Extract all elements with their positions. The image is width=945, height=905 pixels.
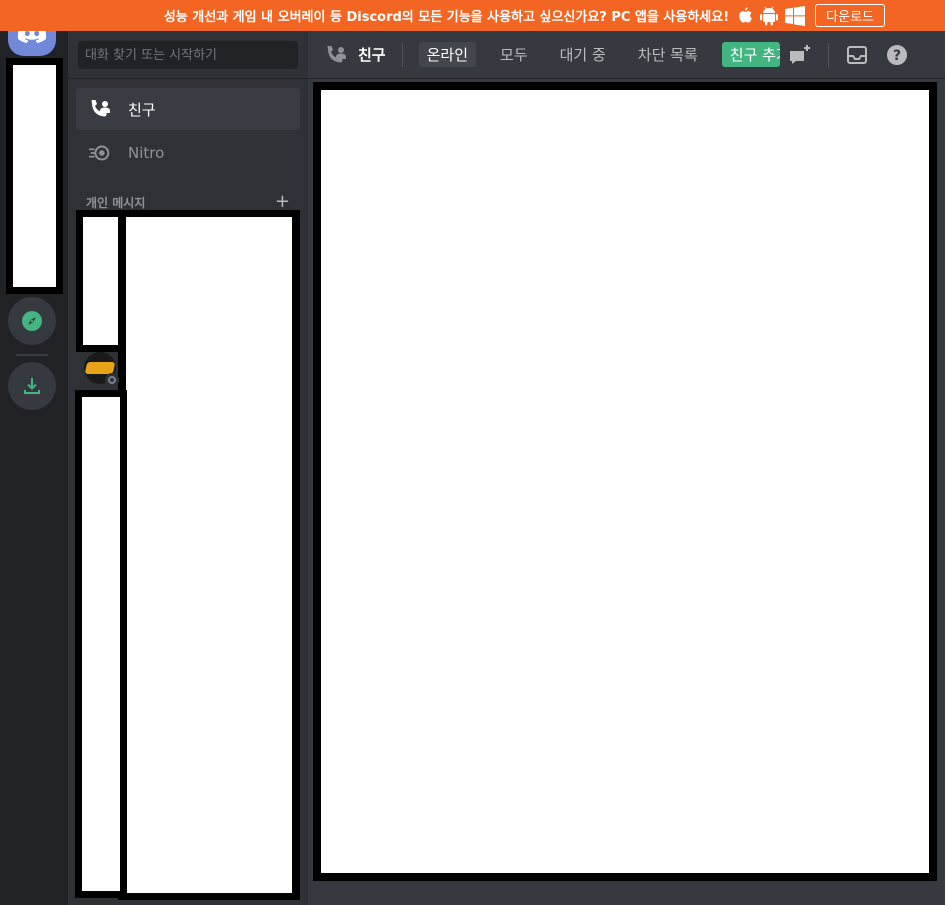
rail-separator <box>16 354 48 356</box>
nitro-icon <box>88 141 112 165</box>
sidebar-item-label: Nitro <box>128 144 165 162</box>
avatar[interactable] <box>84 352 119 387</box>
dm-header-label: 개인 메시지 <box>86 195 146 210</box>
explore-servers-button[interactable] <box>8 297 56 345</box>
download-app-banner: 성능 개선과 게임 내 오버레이 등 Discord의 모든 기능을 사용하고 … <box>0 0 945 31</box>
header-divider <box>401 42 403 67</box>
tab-pending[interactable]: 대기 중 <box>552 42 614 67</box>
windows-icon[interactable] <box>785 5 806 26</box>
tab-blocked[interactable]: 차단 목록 <box>630 42 706 67</box>
download-icon <box>24 378 40 394</box>
help-icon[interactable]: ? <box>885 43 909 67</box>
sidebar-divider <box>68 78 308 79</box>
tab-online[interactable]: 온라인 <box>418 42 477 67</box>
apple-icon[interactable] <box>737 7 753 25</box>
guild-rail <box>0 0 72 905</box>
compass-icon <box>22 311 42 331</box>
server-list-redacted <box>6 58 63 294</box>
svg-text:?: ? <box>893 48 901 64</box>
inbox-icon[interactable] <box>845 43 869 67</box>
tab-all[interactable]: 모두 <box>492 42 536 67</box>
banner-text: 성능 개선과 게임 내 오버레이 등 Discord의 모든 기능을 사용하고 … <box>163 10 730 25</box>
add-friend-button[interactable]: 친구 추가하기 <box>721 42 780 67</box>
toolbar-divider <box>827 42 829 67</box>
search-input[interactable] <box>78 41 298 69</box>
page-title-label: 친구 <box>358 46 386 64</box>
dm-avatar-redacted <box>75 390 127 898</box>
dm-list-redacted <box>118 210 300 900</box>
dm-section-header: 개인 메시지 + <box>86 193 290 211</box>
status-offline-icon <box>105 373 119 387</box>
sidebar-item-label: 친구 <box>128 100 156 119</box>
new-group-dm-icon[interactable] <box>788 43 812 67</box>
sidebar-item-friends[interactable]: 친구 <box>76 88 300 130</box>
create-dm-plus-icon[interactable]: + <box>275 193 290 211</box>
sidebar-item-nitro[interactable]: Nitro <box>76 132 300 174</box>
download-apps-button[interactable] <box>8 362 56 410</box>
header-toolbar: ? <box>788 42 909 67</box>
download-button[interactable]: 다운로드 <box>815 4 885 27</box>
friends-header: 친구 온라인 모두 대기 중 차단 목록 친구 추가하기 ? <box>308 31 945 79</box>
friends-icon <box>88 97 112 121</box>
android-icon[interactable] <box>760 6 779 26</box>
page-title: 친구 <box>324 43 386 67</box>
platform-icons <box>737 5 806 26</box>
friends-icon <box>324 43 348 67</box>
friends-list-redacted <box>313 82 937 881</box>
